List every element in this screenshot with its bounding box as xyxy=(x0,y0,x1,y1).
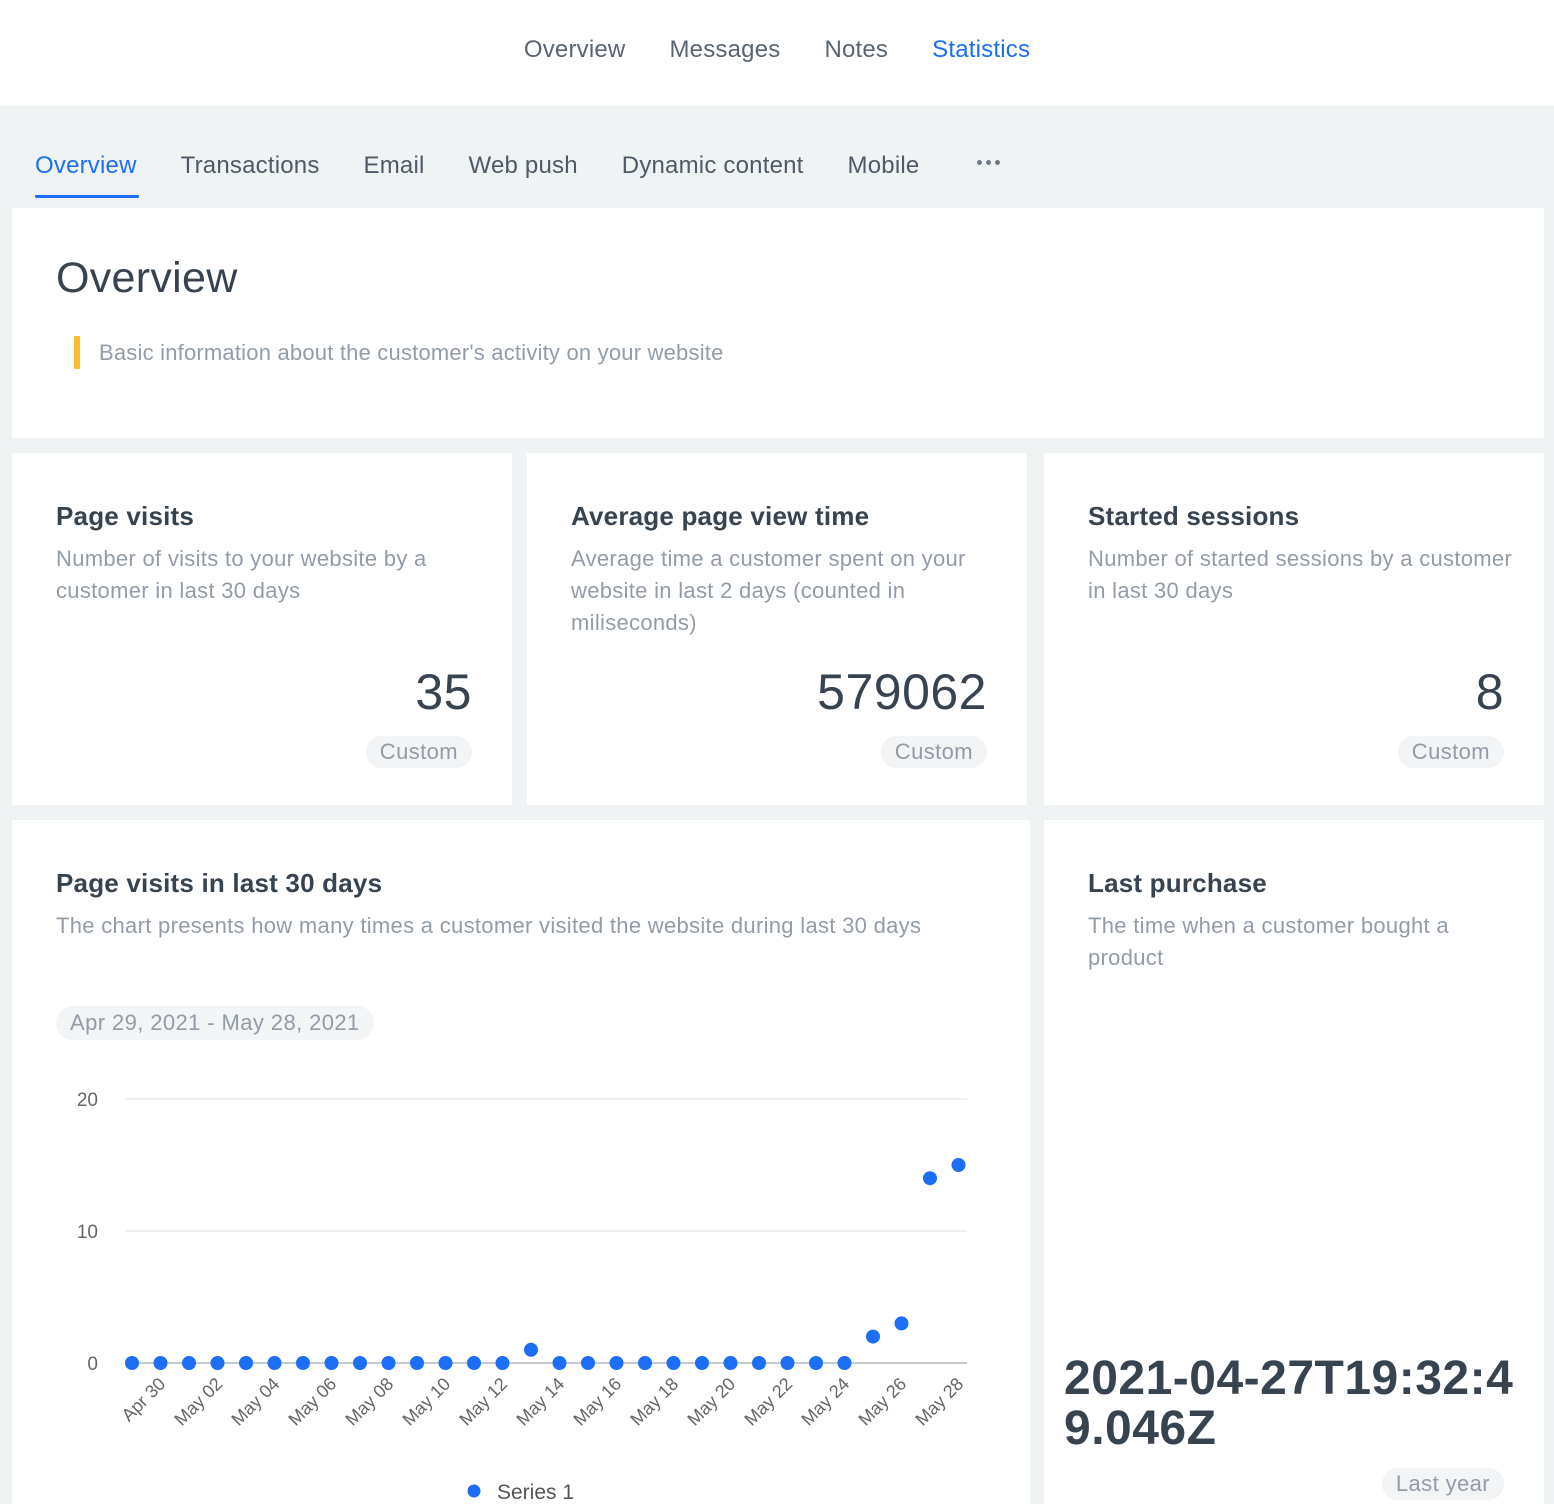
top-nav-overview[interactable]: Overview xyxy=(524,36,626,64)
x-tick-label: May 24 xyxy=(797,1374,853,1430)
data-point xyxy=(951,1158,966,1172)
x-tick-label: May 22 xyxy=(740,1374,796,1430)
y-tick-label: 20 xyxy=(77,1090,98,1111)
last-purchase-description: The time when a customer bought a produc… xyxy=(1088,913,1449,970)
stat-description: Number of visits to your website by a cu… xyxy=(56,546,427,603)
stat-value: 579062 xyxy=(817,664,987,720)
data-point xyxy=(239,1356,253,1370)
data-point xyxy=(752,1356,766,1370)
x-tick-label: May 20 xyxy=(683,1374,739,1430)
data-point xyxy=(410,1356,424,1370)
tab-email[interactable]: Email xyxy=(364,152,425,194)
data-point xyxy=(438,1356,453,1370)
tab-overview[interactable]: Overview xyxy=(35,152,139,198)
period-badge[interactable]: Custom xyxy=(365,736,472,768)
page-visits-chart: 01020Apr 30 May 02 May 04 May 06 May 08 May 1… xyxy=(77,1090,967,1504)
x-tick-label: May 16 xyxy=(569,1374,625,1430)
page-visits-chart-card: Page visits in last 30 days The chart pr… xyxy=(12,820,1030,1504)
data-point xyxy=(524,1342,538,1357)
stat-description: Average time a customer spent on your we… xyxy=(571,546,966,635)
stat-description: Number of started sessions by a customer… xyxy=(1088,546,1513,603)
data-point xyxy=(666,1356,681,1370)
stat-title: Average page view time xyxy=(571,501,870,531)
data-point xyxy=(153,1356,168,1370)
x-tick-label: May 06 xyxy=(284,1374,340,1430)
data-point xyxy=(923,1171,937,1186)
x-tick-label: May 10 xyxy=(398,1374,454,1430)
data-point xyxy=(495,1356,510,1370)
tab-transactions[interactable]: Transactions xyxy=(181,152,320,194)
x-tick-label: May 26 xyxy=(854,1374,910,1430)
period-badge[interactable]: Custom xyxy=(880,736,987,768)
data-point xyxy=(894,1316,909,1331)
x-tick-label: May 14 xyxy=(512,1374,568,1430)
x-tick-label: May 02 xyxy=(170,1374,226,1430)
data-point xyxy=(210,1356,225,1370)
last-purchase-card: Last purchase The time when a customer b… xyxy=(1044,820,1544,1504)
data-point xyxy=(467,1356,481,1370)
top-nav-notes[interactable]: Notes xyxy=(824,36,888,64)
data-point xyxy=(381,1356,396,1370)
tab-web-push[interactable]: Web push xyxy=(469,152,578,194)
x-tick-label: May 04 xyxy=(227,1374,283,1430)
data-point xyxy=(581,1356,595,1370)
data-point xyxy=(296,1356,310,1370)
x-tick-label: May 28 xyxy=(911,1374,967,1430)
stat-card-page-visits: Page visits Number of visits to your web… xyxy=(12,453,512,805)
stat-card-started-sessions: Started sessions Number of started sessi… xyxy=(1044,453,1544,805)
stat-card-average-page-view-time: Average page view time Average time a cu… xyxy=(527,453,1027,805)
overview-section: Overview Basic information about the cus… xyxy=(12,208,1544,438)
more-horizontal-icon[interactable] xyxy=(977,160,1001,165)
hint-accent-bar xyxy=(74,336,80,369)
x-tick-label: May 12 xyxy=(455,1374,511,1430)
x-tick-label: May 08 xyxy=(341,1374,397,1430)
last-purchase-value: 2021-04-27T19:32:49.046Z xyxy=(1064,1352,1514,1455)
period-badge[interactable]: Last year xyxy=(1381,1468,1504,1500)
data-point xyxy=(609,1356,624,1370)
top-nav-messages[interactable]: Messages xyxy=(669,36,780,64)
data-point xyxy=(695,1356,709,1370)
stat-value: 8 xyxy=(1475,664,1504,720)
stat-value: 35 xyxy=(415,664,472,720)
top-bar: Overview Messages Notes Statistics xyxy=(0,0,1554,106)
y-tick-label: 10 xyxy=(77,1222,98,1243)
stat-title: Page visits xyxy=(56,501,195,531)
x-tick-label: May 18 xyxy=(626,1374,682,1430)
legend-label: Series 1 xyxy=(497,1481,574,1504)
data-point xyxy=(324,1356,339,1370)
data-point xyxy=(353,1356,367,1370)
data-point xyxy=(267,1356,282,1370)
data-point xyxy=(125,1356,139,1370)
hint-text: Basic information about the customer's a… xyxy=(99,339,724,365)
y-tick-label: 0 xyxy=(87,1354,98,1375)
stat-title: Started sessions xyxy=(1088,501,1300,531)
data-point xyxy=(552,1356,567,1370)
tab-dynamic-content[interactable]: Dynamic content xyxy=(622,152,804,194)
legend-marker xyxy=(467,1484,481,1498)
data-point xyxy=(809,1356,823,1370)
period-badge[interactable]: Custom xyxy=(1397,736,1504,768)
page-title: Overview xyxy=(56,254,238,302)
data-point xyxy=(182,1356,196,1370)
overview-hint: Basic information about the customer's a… xyxy=(74,336,724,369)
data-point xyxy=(723,1356,738,1370)
data-point xyxy=(837,1356,852,1370)
data-point xyxy=(866,1329,880,1344)
tab-mobile[interactable]: Mobile xyxy=(848,152,920,194)
top-nav-statistics[interactable]: Statistics xyxy=(932,36,1030,64)
statistics-tabs: Overview Transactions Email Web push Dyn… xyxy=(35,152,1001,198)
data-point xyxy=(638,1356,652,1370)
last-purchase-title: Last purchase xyxy=(1088,868,1267,898)
data-point xyxy=(780,1356,795,1370)
x-tick-label: Apr 30 xyxy=(118,1374,170,1426)
top-navigation: Overview Messages Notes Statistics xyxy=(0,36,1554,64)
